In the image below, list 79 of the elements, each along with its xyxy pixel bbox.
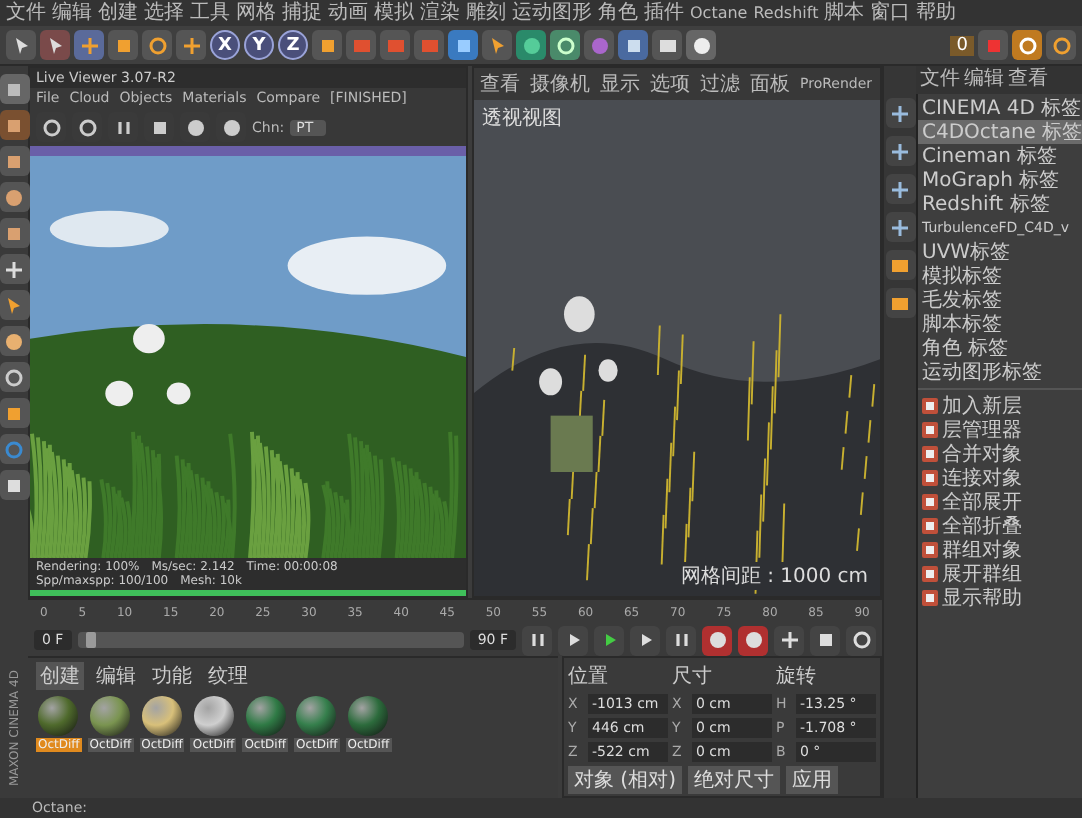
grid-spacing-label: 网格间距 : 1000 cm xyxy=(676,562,872,590)
menu-item[interactable]: 运动图形标签 xyxy=(918,360,1082,384)
menu-item[interactable]: 脚本 xyxy=(824,1,865,25)
view-label: 透视视图 xyxy=(482,105,562,132)
menu-item[interactable]: 展开群组 xyxy=(918,562,1082,586)
menu-item[interactable]: 选择 xyxy=(144,1,184,25)
menu-item[interactable]: UVW标签 xyxy=(918,240,1082,264)
menu-item[interactable]: 模拟标签 xyxy=(918,264,1082,288)
move-icon[interactable] xyxy=(74,30,104,60)
tab[interactable]: 创建 xyxy=(36,662,84,690)
menu-item[interactable]: 过滤 xyxy=(700,70,740,98)
menu-item[interactable]: 网格 xyxy=(236,1,276,25)
menu-item[interactable]: 毛发标签 xyxy=(918,288,1082,312)
menu-item[interactable]: CINEMA 4D 标签 xyxy=(918,96,1082,120)
menu-item[interactable]: 摄像机 xyxy=(530,70,590,98)
menu-item[interactable]: 运动图形 xyxy=(512,1,592,25)
material-swatch[interactable] xyxy=(296,696,337,736)
menu-item[interactable]: 插件 xyxy=(644,1,684,25)
axis-button[interactable]: Z xyxy=(278,30,308,60)
menu-item[interactable]: 查看 xyxy=(1008,68,1048,92)
rotate-icon[interactable] xyxy=(142,30,172,60)
tab[interactable]: 编辑 xyxy=(92,662,140,690)
counter-badge: 0 xyxy=(950,35,974,55)
menu-item[interactable]: 文件 xyxy=(920,68,960,92)
menu-item[interactable]: 全部折叠 xyxy=(918,514,1082,538)
time-slider-handle[interactable] xyxy=(85,632,95,648)
menu-item[interactable]: 显示 xyxy=(600,70,640,98)
cursor-icon[interactable] xyxy=(40,30,70,60)
menu-item[interactable]: 窗口 xyxy=(870,1,911,25)
menu-item[interactable]: MoGraph 标签 xyxy=(918,168,1082,192)
action-button[interactable]: 绝对尺寸 xyxy=(687,766,780,794)
scale-icon[interactable] xyxy=(108,30,138,60)
menu-item[interactable]: 工具 xyxy=(190,1,230,25)
menu-item[interactable]: 连接对象 xyxy=(918,466,1082,490)
menu-item[interactable]: 群组对象 xyxy=(918,538,1082,562)
menu-item[interactable]: 层管理器 xyxy=(918,418,1082,442)
material-swatch[interactable] xyxy=(348,696,389,736)
material-swatch[interactable] xyxy=(245,696,286,736)
tab[interactable]: 纹理 xyxy=(204,662,252,690)
menu-item[interactable]: 合并对象 xyxy=(918,442,1082,466)
axis-button[interactable]: Y xyxy=(244,30,274,60)
column-header: 尺寸 xyxy=(672,663,714,690)
menu-item[interactable]: 显示帮助 xyxy=(918,586,1082,610)
menu-item[interactable]: 编辑 xyxy=(52,1,92,25)
play-icon[interactable] xyxy=(594,625,624,655)
menu-item[interactable]: 动画 xyxy=(328,1,368,25)
material-swatch[interactable] xyxy=(90,696,131,736)
menu-item[interactable]: 加入新层 xyxy=(918,394,1082,418)
menu-item[interactable]: 面板 xyxy=(750,70,790,98)
add-icon[interactable] xyxy=(176,30,206,60)
column-header: 位置 xyxy=(568,663,610,690)
menu-item[interactable]: 文件 xyxy=(6,1,46,25)
menu-item[interactable]: Redshift xyxy=(753,1,819,25)
menu-item[interactable]: 渲染 xyxy=(420,1,460,25)
menu-item[interactable]: 角色 标签 xyxy=(918,336,1082,360)
menu-item[interactable]: 捕捉 xyxy=(282,1,322,25)
menu-item[interactable]: Redshift 标签 xyxy=(918,192,1082,216)
record-icon[interactable] xyxy=(702,625,732,655)
material-swatch[interactable] xyxy=(141,696,182,736)
menu-item[interactable]: Cineman 标签 xyxy=(918,144,1082,168)
menu-item[interactable]: 查看 xyxy=(480,70,520,98)
tab[interactable]: 功能 xyxy=(148,662,196,690)
material-swatch[interactable] xyxy=(193,696,234,736)
action-button[interactable]: 对象 (相对) xyxy=(568,766,682,794)
menu-item[interactable]: C4DOctane 标签 xyxy=(918,120,1082,144)
column-header: 旋转 xyxy=(776,663,818,690)
menu-item[interactable]: 雕刻 xyxy=(466,1,506,25)
menu-item[interactable]: 帮助 xyxy=(916,1,957,25)
menu-item[interactable]: 选项 xyxy=(650,70,690,98)
menu-item[interactable]: 角色 xyxy=(598,1,638,25)
material-swatch[interactable] xyxy=(38,696,79,736)
menu-item[interactable]: 创建 xyxy=(98,1,138,25)
menu-item[interactable]: 模拟 xyxy=(374,1,414,25)
menu-item[interactable]: 脚本标签 xyxy=(918,312,1082,336)
menu-item[interactable]: 全部展开 xyxy=(918,490,1082,514)
menu-item[interactable]: 编辑 xyxy=(964,68,1004,92)
menu-item[interactable]: Octane xyxy=(690,1,748,25)
action-button[interactable]: 应用 xyxy=(785,766,838,794)
axis-button[interactable]: X xyxy=(210,30,240,60)
